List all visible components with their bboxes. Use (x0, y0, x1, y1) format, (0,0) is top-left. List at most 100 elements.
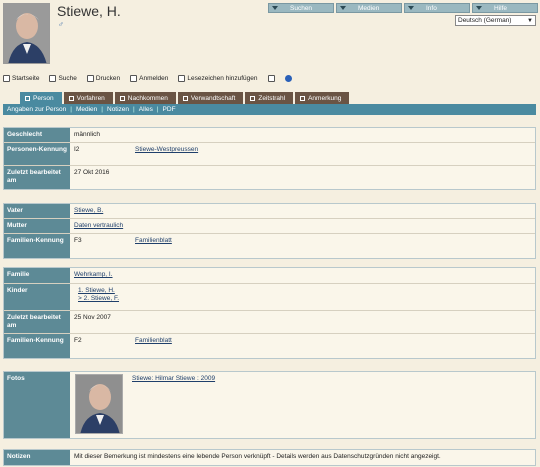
table-row: Familien-Kennung F3 Familienblatt (4, 234, 535, 258)
help-icon (284, 75, 292, 82)
search-link[interactable]: Suche (49, 75, 77, 82)
menu-label: Suchen (290, 4, 313, 12)
print-link[interactable]: Drucken (86, 75, 120, 82)
tab-descendants[interactable]: Nachkommen (114, 92, 176, 104)
contact-link[interactable] (267, 75, 275, 82)
page-title: Stiewe, H. (57, 3, 121, 19)
gender-value: männlich (74, 131, 101, 138)
family-sheet-link[interactable]: Familienblatt (135, 337, 172, 345)
tab-icon (250, 95, 256, 101)
tab-label: Verwandtschaft (190, 94, 236, 102)
chevron-down-icon (408, 6, 414, 10)
family-id-cell: F2 Familienblatt (70, 334, 535, 358)
father-link[interactable]: Stiewe, B. (74, 207, 103, 215)
family-sheet-link[interactable]: Familienblatt (135, 237, 172, 245)
tree-link[interactable]: Stiewe-Westpreussen (135, 146, 198, 154)
tab-person[interactable]: Person (20, 92, 62, 104)
child-item[interactable]: > 2. Stiewe, F. (78, 295, 119, 303)
home-link[interactable]: Startseite (3, 75, 39, 82)
subnav-details[interactable]: Angaben zur Person (7, 106, 66, 113)
table-row: Notizen Mit dieser Bemerkung ist mindest… (4, 450, 535, 465)
tab-label: Anmerkung (308, 94, 342, 102)
subnav-all[interactable]: Alles (139, 106, 153, 113)
field-label: Notizen (4, 450, 70, 465)
separator: | (101, 106, 103, 113)
tab-notes[interactable]: Anmerkung (295, 92, 350, 104)
language-select[interactable]: Deutsch (German) ▼ (455, 15, 536, 26)
father-cell: Stiewe, B. (70, 204, 535, 218)
person-photo[interactable] (3, 3, 50, 64)
tab-icon (25, 95, 30, 101)
tab-bar: Person Vorfahren Nachkommen Verwandtscha… (20, 92, 351, 104)
bookmark-label: Lesezeichen hinzufügen (187, 75, 258, 82)
tab-ancestors[interactable]: Vorfahren (63, 92, 113, 104)
photo-caption-link[interactable]: Stiewe: Hilmar Stiewe : 2009 (132, 375, 215, 383)
field-label: Zuletzt bearbeitet am (4, 166, 70, 189)
tab-icon (182, 95, 188, 101)
help-link[interactable] (284, 75, 292, 82)
tab-label: Nachkommen (127, 94, 168, 102)
print-icon (86, 75, 94, 82)
spouse-cell: Wehrkamp, I. (70, 268, 535, 283)
separator: | (156, 106, 159, 113)
menu-help[interactable]: Hilfe (472, 3, 538, 13)
field-label: Familie (4, 268, 70, 283)
menu-search[interactable]: Suchen (268, 3, 334, 13)
login-link[interactable]: Anmelden (130, 75, 168, 82)
table-row: Geschlecht männlich (4, 128, 535, 143)
menu-info[interactable]: Info (404, 3, 470, 13)
subnav-notes[interactable]: Notizen (107, 106, 129, 113)
table-row: Personen-Kennung I2 Stiewe-Westpreussen (4, 143, 535, 166)
search-icon (49, 75, 57, 82)
notes-section: Notizen Mit dieser Bemerkung ist mindest… (3, 449, 536, 466)
tab-label: Vorfahren (76, 94, 105, 102)
child-item[interactable]: 1. Stiewe, H. (78, 287, 119, 295)
family-id: F2 (74, 337, 82, 344)
person-section: Geschlecht männlich Personen-Kennung I2 S… (3, 127, 536, 190)
bookmark-icon (178, 75, 186, 82)
table-row: Fotos Stiewe: Hilmar Stiewe : 2009 (4, 372, 535, 438)
bookmark-link[interactable]: Lesezeichen hinzufügen (178, 75, 258, 82)
home-label: Startseite (12, 75, 40, 82)
language-value: Deutsch (German) (458, 17, 512, 24)
male-icon: ♂ (58, 20, 64, 29)
field-label: Fotos (4, 372, 70, 438)
field-label: Personen-Kennung (4, 143, 70, 165)
parents-section: Vater Stiewe, B. Mutter Daten vertraulic… (3, 203, 536, 259)
child-link[interactable]: 1. Stiewe, H. (78, 287, 115, 294)
family-section: Familie Wehrkamp, I. Kinder 1. Stiewe, H… (3, 267, 536, 359)
children-cell: 1. Stiewe, H. > 2. Stiewe, F. (70, 284, 535, 310)
contact-icon (267, 75, 275, 82)
table-row: Familien-Kennung F2 Familienblatt (4, 334, 535, 358)
sub-navigation: Angaben zur Person | Medien | Notizen | All… (3, 104, 536, 115)
menu-label: Info (426, 4, 437, 12)
spouse-link[interactable]: Wehrkamp, I. (74, 271, 113, 279)
family-id-cell: F3 Familienblatt (70, 234, 535, 258)
photos-section: Fotos Stiewe: Hilmar Stiewe : 2009 (3, 371, 536, 439)
photo-thumbnail[interactable] (75, 374, 123, 434)
subnav-media[interactable]: Medien (76, 106, 97, 113)
mother-link[interactable]: Daten vertraulich (74, 222, 123, 230)
mother-cell: Daten vertraulich (70, 219, 535, 233)
child-link[interactable]: > 2. Stiewe, F. (78, 295, 119, 302)
tab-relationship[interactable]: Verwandtschaft (177, 92, 244, 104)
search-label: Suche (58, 75, 77, 82)
field-label: Kinder (4, 284, 70, 310)
family-id: F3 (74, 237, 82, 244)
chevron-down-icon (476, 6, 482, 10)
login-label: Anmelden (139, 75, 169, 82)
tab-label: Zeitstrahl (258, 94, 286, 102)
subnav-pdf[interactable]: PDF (163, 106, 176, 113)
toolbar: Startseite Suche Drucken Anmelden Leseze… (3, 75, 300, 82)
changed-date: 25 Nov 2007 (74, 314, 111, 321)
field-label: Familien-Kennung (4, 234, 70, 258)
table-row: Kinder 1. Stiewe, H. > 2. Stiewe, F. (4, 284, 535, 311)
menu-media[interactable]: Medien (336, 3, 402, 13)
chevron-down-icon (340, 6, 346, 10)
table-row: Familie Wehrkamp, I. (4, 268, 535, 284)
tab-icon (68, 95, 74, 101)
tab-timeline[interactable]: Zeitstrahl (245, 92, 294, 104)
field-label: Zuletzt bearbeitet am (4, 311, 70, 333)
field-label: Familien-Kennung (4, 334, 70, 358)
separator: | (133, 106, 135, 113)
